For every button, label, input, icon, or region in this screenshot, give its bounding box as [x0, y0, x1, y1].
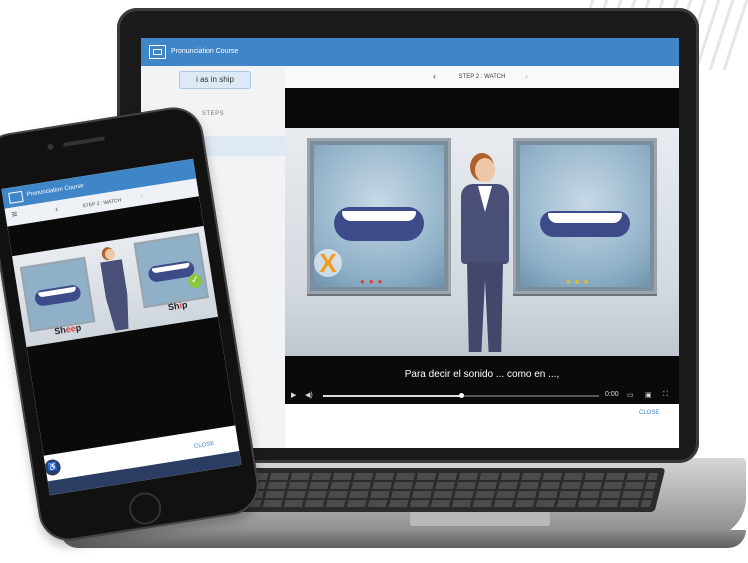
- wrong-x-icon: X: [314, 249, 342, 277]
- mouth-panel-wrong: X ●●●: [307, 138, 451, 294]
- laptop-base-edge: [60, 530, 746, 548]
- word-ship: Ship: [167, 299, 189, 313]
- presenter-figure: [455, 158, 515, 358]
- course-logo-icon: [149, 45, 166, 59]
- phone-home-button[interactable]: [126, 490, 164, 527]
- fullscreen-icon[interactable]: ⛶: [663, 391, 668, 399]
- video-frame: X ●●● ●●●: [285, 128, 679, 356]
- phone-presenter-figure: [98, 247, 133, 333]
- volume-icon[interactable]: ◀): [305, 391, 313, 399]
- pip-icon[interactable]: ▣: [645, 391, 652, 399]
- step-navigation: ‹ STEP 2 : WATCH ›: [285, 66, 679, 88]
- seek-bar[interactable]: [323, 393, 599, 398]
- phone-app-title: Pronunciation Course: [26, 183, 85, 199]
- phone-screen: Pronunciation Course ≡ ‹ STEP 2 : WATCH …: [1, 158, 242, 496]
- phone-course-logo-icon: [8, 190, 24, 204]
- app-title: Pronunciation Course: [171, 48, 239, 55]
- phone-camera: [46, 143, 54, 151]
- captions-icon[interactable]: ▭: [627, 391, 634, 399]
- phone-mouth-panel-left: [19, 256, 96, 333]
- phone-mouth-panel-right: [133, 232, 210, 309]
- close-button[interactable]: CLOSE: [639, 410, 659, 416]
- lesson-button[interactable]: i as in ship: [179, 71, 251, 89]
- red-dots: ●●●: [360, 277, 387, 286]
- video-subtitle: Para decir el sonido ... como en ...,: [404, 369, 560, 380]
- phone-close-button[interactable]: CLOSE: [194, 441, 215, 450]
- video-time: 0:00: [605, 391, 619, 398]
- step-label: STEP 2 : WATCH: [458, 74, 506, 80]
- video-controls: ▶ ◀) 0:00 ▭ ▣ ⛶: [285, 388, 679, 404]
- yellow-dots: ●●●: [566, 277, 593, 286]
- laptop-trackpad: [410, 512, 550, 526]
- video-player[interactable]: X ●●● ●●● Para decir el sonido ... como …: [285, 88, 679, 404]
- phone-speaker: [62, 136, 106, 147]
- mouth-panel-right: ●●●: [513, 138, 657, 294]
- phone-accessibility-icon[interactable]: ♿: [42, 457, 63, 478]
- laptop-keyboard: [234, 468, 666, 512]
- phone-next-step-icon[interactable]: ›: [139, 191, 143, 200]
- app-title-bar: Pronunciation Course: [141, 38, 679, 66]
- next-step-icon[interactable]: ›: [525, 71, 528, 81]
- phone-bottom-bar: [47, 451, 242, 496]
- play-icon[interactable]: ▶: [291, 391, 296, 399]
